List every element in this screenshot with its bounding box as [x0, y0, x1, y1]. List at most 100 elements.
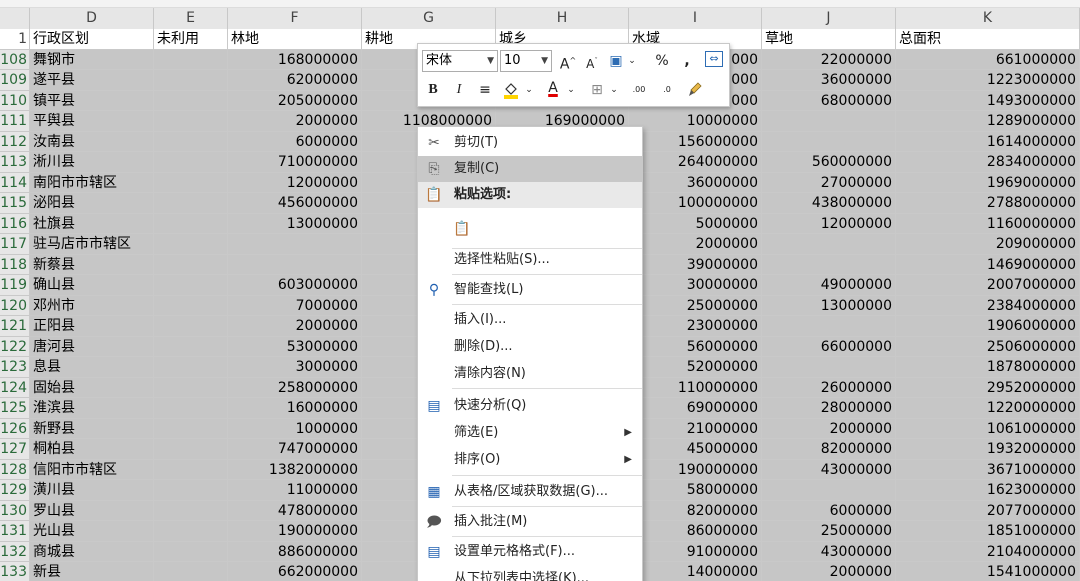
table-cell[interactable]: 3000000	[228, 357, 362, 378]
table-cell[interactable]: 1932000000	[896, 439, 1080, 460]
table-cell[interactable]	[762, 234, 896, 255]
table-cell[interactable]: 唐河县	[30, 336, 154, 357]
table-cell[interactable]: 45000000	[629, 439, 762, 460]
menu-item-delete[interactable]: 删除(D)...	[418, 334, 642, 360]
row-number[interactable]: 114	[0, 172, 30, 193]
table-cell[interactable]: 190000000	[629, 459, 762, 480]
table-cell[interactable]	[154, 439, 228, 460]
menu-item-insert[interactable]: 插入(I)...	[418, 307, 642, 333]
table-cell[interactable]: 25000000	[762, 521, 896, 542]
table-cell[interactable]: 209000000	[896, 234, 1080, 255]
table-cell[interactable]: 43000000	[762, 459, 896, 480]
table-cell[interactable]	[154, 49, 228, 70]
row-number[interactable]: 129	[0, 480, 30, 501]
menu-item-pick-from-list[interactable]: 从下拉列表中选择(K)...	[418, 566, 642, 581]
table-cell[interactable]: 6000000	[762, 500, 896, 521]
row-number[interactable]: 132	[0, 541, 30, 562]
table-cell[interactable]: 1623000000	[896, 480, 1080, 501]
menu-item-paste-special[interactable]: 选择性粘贴(S)...	[418, 247, 642, 273]
table-cell[interactable]	[762, 357, 896, 378]
menu-item-cut[interactable]: ✂ 剪切(T)	[418, 130, 642, 156]
table-cell[interactable]	[154, 152, 228, 173]
table-cell[interactable]: 2000000	[629, 234, 762, 255]
table-cell[interactable]	[154, 193, 228, 214]
table-cell[interactable]: 总面积	[896, 29, 1080, 50]
table-cell[interactable]: 1382000000	[228, 459, 362, 480]
table-cell[interactable]: 1160000000	[896, 213, 1080, 234]
table-cell[interactable]: 潢川县	[30, 480, 154, 501]
table-cell[interactable]: 82000000	[762, 439, 896, 460]
column-header-e[interactable]: E	[154, 8, 228, 29]
table-cell[interactable]: 86000000	[629, 521, 762, 542]
table-cell[interactable]	[762, 254, 896, 275]
table-cell[interactable]: 710000000	[228, 152, 362, 173]
table-cell[interactable]	[154, 213, 228, 234]
table-cell[interactable]: 560000000	[762, 152, 896, 173]
table-cell[interactable]: 光山县	[30, 521, 154, 542]
table-cell[interactable]	[228, 234, 362, 255]
table-cell[interactable]	[762, 316, 896, 337]
table-cell[interactable]: 11000000	[228, 480, 362, 501]
table-cell[interactable]: 1469000000	[896, 254, 1080, 275]
font-size-box[interactable]: 10 ▼	[500, 50, 552, 72]
table-cell[interactable]: 91000000	[629, 541, 762, 562]
column-header-d[interactable]: D	[30, 8, 154, 29]
table-cell[interactable]: 168000000	[228, 49, 362, 70]
row-number[interactable]: 125	[0, 398, 30, 419]
table-cell[interactable]: 62000000	[228, 70, 362, 91]
table-cell[interactable]: 21000000	[629, 418, 762, 439]
row-number[interactable]: 111	[0, 111, 30, 132]
table-cell[interactable]: 2788000000	[896, 193, 1080, 214]
table-cell[interactable]: 草地	[762, 29, 896, 50]
row-number[interactable]: 130	[0, 500, 30, 521]
table-cell[interactable]: 156000000	[629, 131, 762, 152]
table-cell[interactable]	[154, 275, 228, 296]
font-color-icon[interactable]: A	[544, 78, 562, 98]
table-cell[interactable]: 68000000	[762, 90, 896, 111]
table-cell[interactable]: 1878000000	[896, 357, 1080, 378]
table-cell[interactable]	[154, 131, 228, 152]
table-cell[interactable]: 2834000000	[896, 152, 1080, 173]
table-cell[interactable]: 26000000	[762, 377, 896, 398]
table-cell[interactable]: 3671000000	[896, 459, 1080, 480]
table-cell[interactable]: 邓州市	[30, 295, 154, 316]
table-cell[interactable]: 14000000	[629, 562, 762, 581]
table-cell[interactable]	[154, 111, 228, 132]
table-cell[interactable]: 69000000	[629, 398, 762, 419]
table-cell[interactable]: 456000000	[228, 193, 362, 214]
row-number[interactable]: 124	[0, 377, 30, 398]
table-cell[interactable]: 遂平县	[30, 70, 154, 91]
table-cell[interactable]: 未利用	[154, 29, 228, 50]
row-number[interactable]: 117	[0, 234, 30, 255]
chevron-down-icon[interactable]: ⌄	[520, 80, 538, 100]
table-cell[interactable]: 52000000	[629, 357, 762, 378]
comma-style-button[interactable]: ,	[678, 51, 696, 71]
chevron-down-icon[interactable]: ⌄	[562, 80, 580, 100]
table-cell[interactable]: 2000000	[762, 562, 896, 581]
table-cell[interactable]: 固始县	[30, 377, 154, 398]
menu-item-get-data[interactable]: ▦ 从表格/区域获取数据(G)...	[418, 479, 642, 505]
menu-item-filter[interactable]: 筛选(E) ▶	[418, 420, 642, 446]
table-cell[interactable]	[154, 377, 228, 398]
format-painter-icon[interactable]	[686, 80, 704, 100]
menu-item-insert-comment[interactable]: 🗩 插入批注(M)	[418, 509, 642, 535]
table-cell[interactable]: 6000000	[228, 131, 362, 152]
table-cell[interactable]: 110000000	[629, 377, 762, 398]
row-number[interactable]: 123	[0, 357, 30, 378]
table-cell[interactable]: 1223000000	[896, 70, 1080, 91]
table-cell[interactable]: 2077000000	[896, 500, 1080, 521]
row-number[interactable]: 122	[0, 336, 30, 357]
column-header-g[interactable]: G	[362, 8, 496, 29]
table-cell[interactable]	[154, 254, 228, 275]
table-cell[interactable]: 53000000	[228, 336, 362, 357]
table-cell[interactable]	[154, 295, 228, 316]
table-cell[interactable]: 747000000	[228, 439, 362, 460]
table-cell[interactable]: 桐柏县	[30, 439, 154, 460]
table-cell[interactable]	[154, 234, 228, 255]
row-number[interactable]: 121	[0, 316, 30, 337]
table-cell[interactable]: 1851000000	[896, 521, 1080, 542]
table-cell[interactable]: 2104000000	[896, 541, 1080, 562]
table-cell[interactable]: 新县	[30, 562, 154, 581]
table-cell[interactable]: 13000000	[762, 295, 896, 316]
table-cell[interactable]	[154, 357, 228, 378]
